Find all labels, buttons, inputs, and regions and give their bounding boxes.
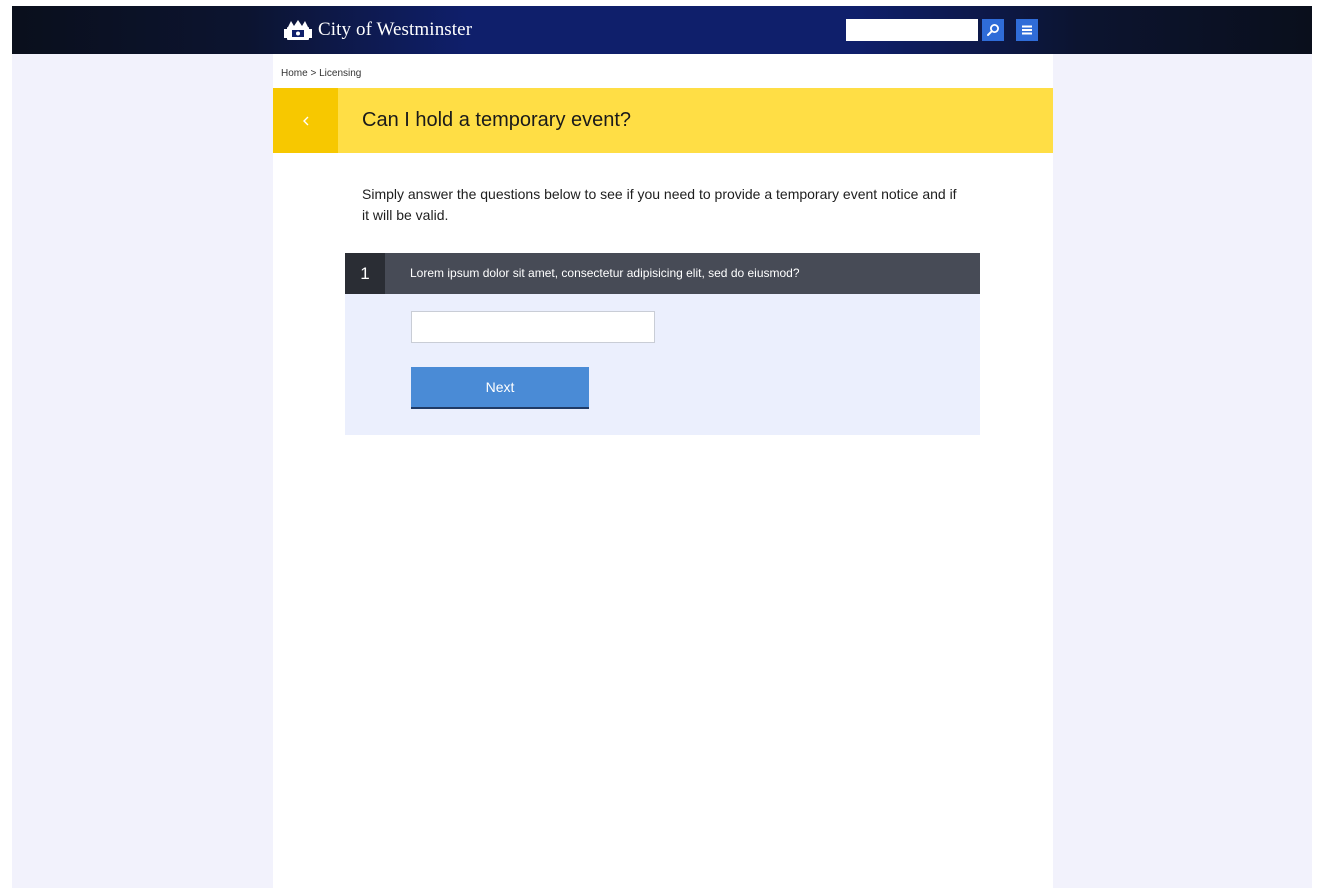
crest-icon [284,20,312,40]
question-card: 1 Lorem ipsum dolor sit amet, consectetu… [345,253,980,435]
intro-text: Simply answer the questions below to see… [362,186,957,223]
breadcrumb-separator: > [310,68,320,79]
question-number: 1 [345,253,385,294]
breadcrumb: Home > Licensing [281,68,361,79]
page-title: Can I hold a temporary event? [362,109,632,131]
search-button[interactable] [982,19,1004,41]
site-header: City of Westminster [12,6,1312,54]
hamburger-menu-icon [1022,25,1032,35]
question-header: 1 Lorem ipsum dolor sit amet, consectetu… [345,253,980,294]
question-text: Lorem ipsum dolor sit amet, consectetur … [410,266,800,280]
next-button[interactable]: Next [411,367,589,409]
site-logo[interactable]: City of Westminster [284,16,472,44]
title-bar: Can I hold a temporary event? [273,88,1053,153]
chevron-left-icon [302,116,308,125]
search-icon [987,24,999,36]
main-content: Home > Licensing Can I hold a temporary … [273,54,1053,888]
page-frame: City of Westminster Home > Licensing Can… [12,6,1312,888]
breadcrumb-home[interactable]: Home [281,68,308,79]
menu-button[interactable] [1016,19,1038,41]
back-button[interactable] [273,88,338,153]
breadcrumb-licensing[interactable]: Licensing [319,68,361,79]
search-input[interactable] [846,19,978,41]
answer-input[interactable] [411,311,655,343]
site-name: City of Westminster [318,19,473,40]
